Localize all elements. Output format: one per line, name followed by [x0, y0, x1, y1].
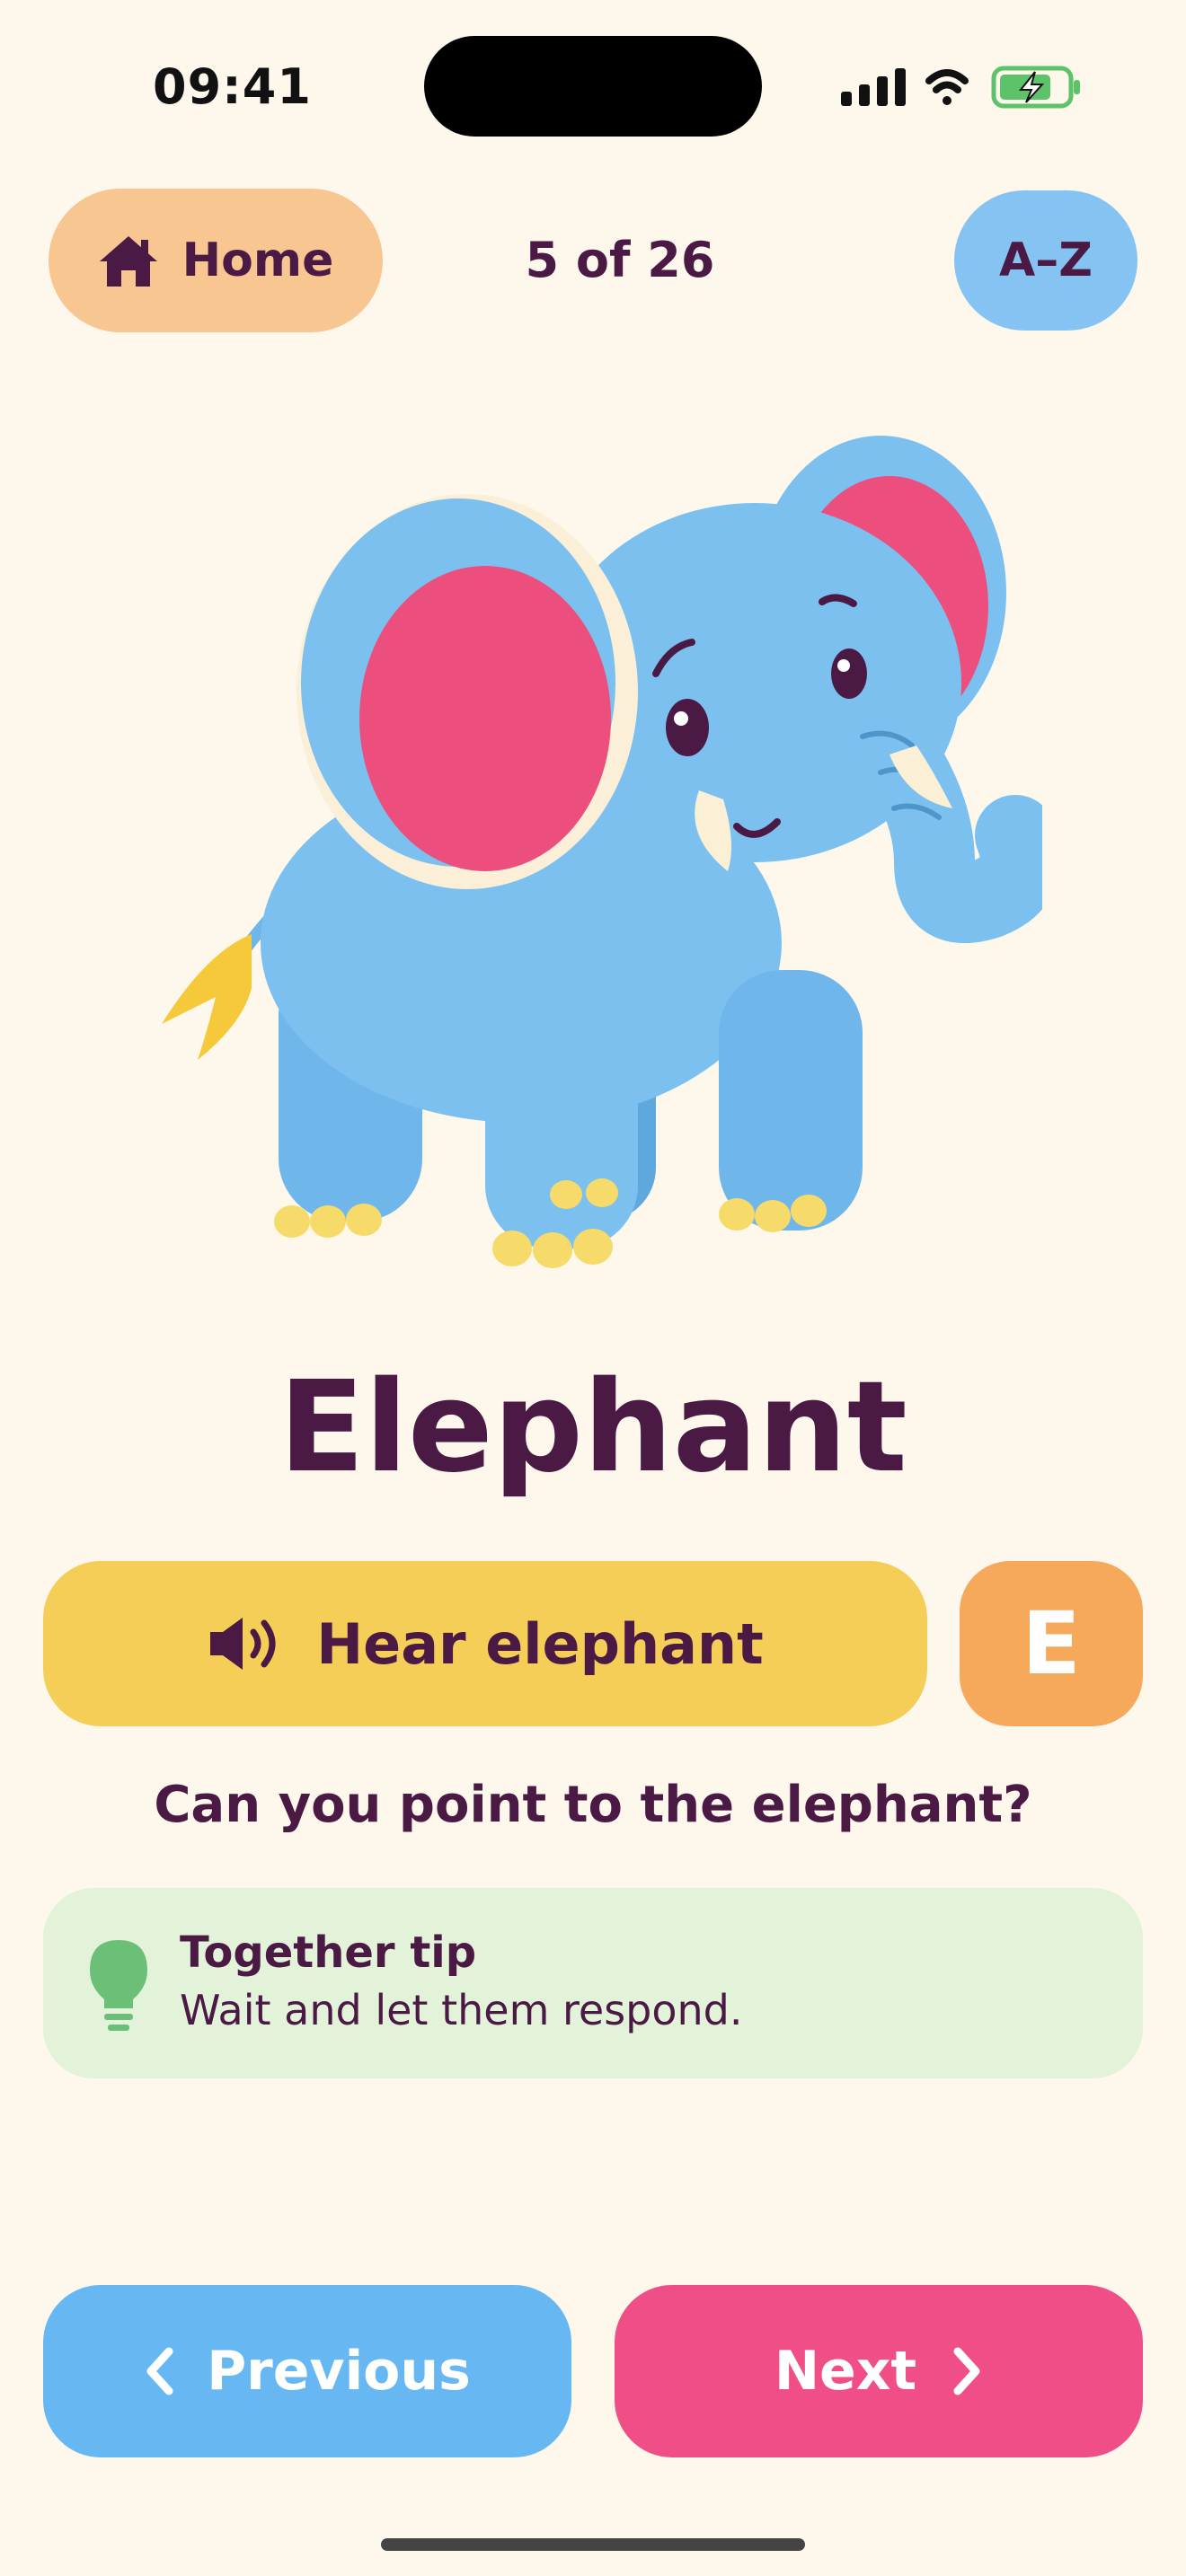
- lightbulb-icon: [86, 1936, 151, 2035]
- az-button-label: A–Z: [999, 234, 1093, 287]
- signal-icon: [841, 68, 906, 106]
- previous-button[interactable]: Previous: [43, 2285, 571, 2457]
- next-button-label: Next: [774, 2340, 917, 2403]
- chevron-left-icon: [146, 2347, 173, 2395]
- word-title: Elephant: [279, 1354, 907, 1501]
- speaker-icon: [210, 1618, 276, 1670]
- next-button[interactable]: Next: [615, 2285, 1143, 2457]
- previous-button-label: Previous: [207, 2340, 471, 2403]
- home-button-label: Home: [181, 234, 334, 287]
- elephant-illustration: [144, 413, 1061, 1275]
- az-button[interactable]: A–Z: [954, 190, 1137, 331]
- status-time: 09:41: [153, 58, 312, 115]
- wifi-icon: [925, 69, 969, 105]
- home-button[interactable]: Home: [49, 189, 383, 332]
- house-icon: [99, 236, 157, 287]
- chevron-right-icon: [953, 2347, 980, 2395]
- tip-text: Wait and let them respond.: [180, 1986, 743, 2034]
- page-counter: 5 of 26: [525, 232, 715, 288]
- hear-word-button-label: Hear elephant: [316, 1610, 764, 1677]
- status-icons: [836, 65, 1087, 110]
- home-indicator[interactable]: [381, 2538, 805, 2551]
- letter-badge[interactable]: E: [960, 1561, 1143, 1726]
- hear-word-button[interactable]: Hear elephant: [43, 1561, 927, 1726]
- tip-title: Together tip: [180, 1928, 477, 1978]
- dynamic-island: [424, 36, 762, 137]
- battery-charging-icon: [991, 66, 1080, 109]
- prompt-question: Can you point to the elephant?: [154, 1776, 1032, 1834]
- tip-card: Together tip Wait and let them respond.: [43, 1888, 1143, 2078]
